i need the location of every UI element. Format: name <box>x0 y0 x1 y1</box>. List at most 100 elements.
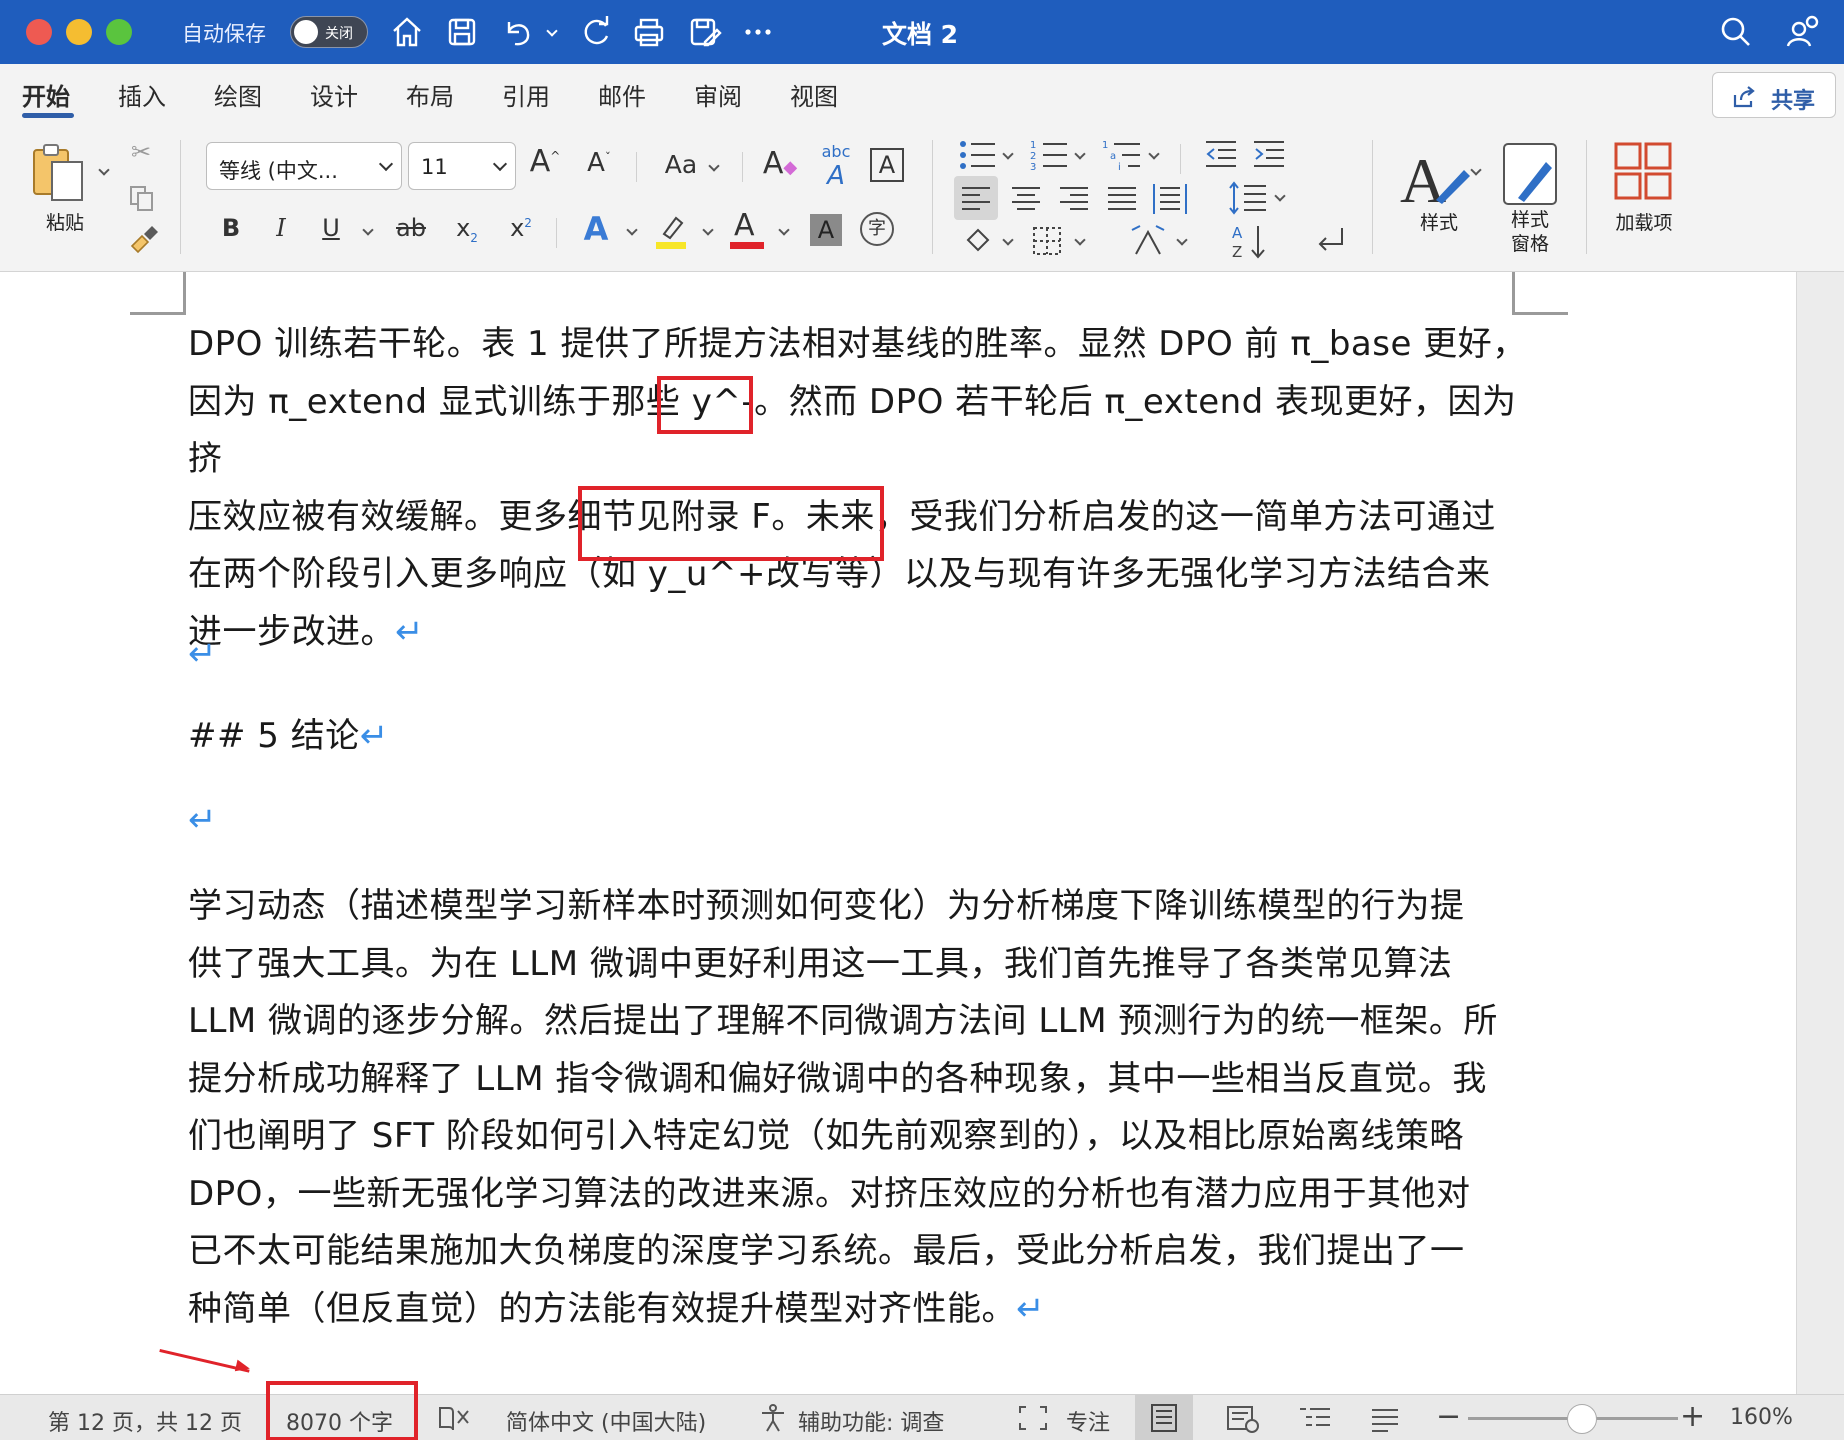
tab-view[interactable]: 视图 <box>790 77 838 112</box>
asian-layout-dropdown-icon[interactable] <box>1176 234 1188 246</box>
distributed-icon[interactable] <box>1148 176 1192 220</box>
empty-paragraph[interactable]: ↵ <box>188 792 1528 850</box>
show-formatting-icon[interactable] <box>1312 224 1348 258</box>
tab-references[interactable]: 引用 <box>502 77 550 112</box>
print-icon[interactable] <box>629 12 669 52</box>
share-button[interactable]: 共享 <box>1712 72 1836 118</box>
body-paragraph[interactable]: 学习动态（描述模型学习新样本时预测如何变化）为分析梯度下降训练模型的行为提 供了… <box>188 878 1528 1338</box>
borders-dropdown-icon[interactable] <box>1074 234 1086 246</box>
shrink-font-icon[interactable]: Aˇ <box>582 148 616 178</box>
change-case-dropdown-icon[interactable] <box>708 160 720 172</box>
change-case-icon[interactable]: Aa <box>660 150 702 179</box>
enclose-characters-icon[interactable]: 字 <box>860 212 894 246</box>
sort-icon[interactable]: AZ <box>1230 222 1270 261</box>
bold-icon[interactable]: B <box>218 214 244 242</box>
section-heading[interactable]: ## 5 结论↵ <box>188 708 1528 766</box>
text-effects-icon[interactable]: A <box>578 210 614 248</box>
align-right-icon[interactable] <box>1052 176 1096 220</box>
borders-icon[interactable] <box>1030 224 1064 258</box>
underline-dropdown-icon[interactable] <box>362 224 374 236</box>
tab-review[interactable]: 审阅 <box>694 77 742 112</box>
autosave-toggle[interactable]: 关闭 <box>290 16 368 48</box>
language-indicator[interactable]: 简体中文 (中国大陆) <box>506 1405 706 1437</box>
phonetic-guide-icon[interactable]: abc A <box>816 142 856 191</box>
search-icon[interactable] <box>1716 12 1756 52</box>
close-window-button[interactable] <box>26 19 52 45</box>
multilevel-list-dropdown-icon[interactable] <box>1148 148 1160 160</box>
print-layout-view-button[interactable] <box>1135 1395 1193 1440</box>
focus-label[interactable]: 专注 <box>1066 1405 1110 1437</box>
tab-design[interactable]: 设计 <box>310 77 358 112</box>
clear-formatting-icon[interactable]: A◆ <box>762 146 798 181</box>
paste-dropdown-icon[interactable] <box>98 164 110 176</box>
asian-layout-icon[interactable] <box>1128 222 1168 258</box>
align-center-icon[interactable] <box>1004 176 1048 220</box>
minimize-window-button[interactable] <box>66 19 92 45</box>
shading-dropdown-icon[interactable] <box>1002 234 1014 246</box>
styles-button[interactable]: A <box>1396 140 1476 216</box>
highlight-dropdown-icon[interactable] <box>702 224 714 236</box>
font-color-dropdown-icon[interactable] <box>778 224 790 236</box>
document-page[interactable]: DPO 训练若干轮。表 1 提供了所提方法相对基线的胜率。显然 DPO 前 π_… <box>0 272 1844 1394</box>
save-icon[interactable] <box>442 12 482 52</box>
zoom-out-icon[interactable]: − <box>1436 1399 1461 1434</box>
tab-draw[interactable]: 绘图 <box>214 77 262 112</box>
multilevel-list-icon[interactable]: 1ai <box>1102 138 1144 173</box>
format-painter-icon[interactable] <box>126 224 160 254</box>
word-count[interactable]: 8070 个字 <box>286 1405 393 1437</box>
bullets-icon[interactable] <box>958 138 998 172</box>
numbering-icon[interactable]: 123 <box>1030 138 1070 173</box>
superscript-icon[interactable]: x2 <box>504 214 538 242</box>
grow-font-icon[interactable]: A^ <box>528 144 562 179</box>
redo-icon[interactable] <box>576 12 616 52</box>
focus-icon[interactable] <box>1018 1405 1048 1431</box>
more-icon[interactable] <box>738 12 778 52</box>
accessibility-status[interactable]: 辅助功能: 调查 <box>798 1405 944 1437</box>
font-color-icon[interactable]: A <box>730 208 766 250</box>
numbering-dropdown-icon[interactable] <box>1074 148 1086 160</box>
subscript-icon[interactable]: x2 <box>450 214 484 245</box>
character-shading-icon[interactable]: A <box>810 214 842 246</box>
undo-dropdown-icon[interactable] <box>546 25 558 37</box>
vertical-scrollbar[interactable] <box>1796 272 1844 1394</box>
tab-insert[interactable]: 插入 <box>118 77 166 112</box>
tab-home[interactable]: 开始 <box>22 77 70 112</box>
save-as-icon[interactable] <box>684 12 724 52</box>
character-border-icon[interactable]: A <box>870 148 904 182</box>
cut-icon[interactable]: ✂ <box>126 138 156 166</box>
font-name-dropdown[interactable]: 等线 (中文... <box>206 142 402 190</box>
font-size-dropdown[interactable]: 11 <box>408 142 516 190</box>
zoom-in-icon[interactable]: + <box>1680 1399 1705 1434</box>
line-spacing-icon[interactable] <box>1228 178 1268 218</box>
accessibility-icon[interactable] <box>758 1403 788 1433</box>
copy-icon[interactable] <box>128 184 156 212</box>
proofing-icon[interactable] <box>438 1403 470 1433</box>
account-icon[interactable] <box>1784 12 1824 52</box>
highlight-icon[interactable] <box>652 210 692 250</box>
zoom-slider-handle[interactable] <box>1567 1404 1597 1434</box>
tab-mailings[interactable]: 邮件 <box>598 77 646 112</box>
tab-layout[interactable]: 布局 <box>406 77 454 112</box>
outline-view-icon[interactable] <box>1298 1404 1332 1434</box>
page-info[interactable]: 第 12 页，共 12 页 <box>48 1405 242 1437</box>
strikethrough-icon[interactable]: ab <box>394 214 428 242</box>
home-icon[interactable] <box>387 12 427 52</box>
italic-icon[interactable]: I <box>268 214 294 242</box>
addins-button[interactable] <box>1612 140 1674 202</box>
maximize-window-button[interactable] <box>106 19 132 45</box>
text-effects-dropdown-icon[interactable] <box>626 224 638 236</box>
draft-view-icon[interactable] <box>1368 1404 1402 1434</box>
undo-icon[interactable] <box>497 12 537 52</box>
align-left-button[interactable] <box>954 176 998 220</box>
paste-button[interactable] <box>30 142 90 204</box>
zoom-level[interactable]: 160% <box>1730 1405 1793 1430</box>
line-spacing-dropdown-icon[interactable] <box>1274 190 1286 202</box>
justify-icon[interactable] <box>1100 176 1144 220</box>
decrease-indent-icon[interactable] <box>1204 138 1238 170</box>
underline-icon[interactable]: U <box>318 214 344 242</box>
empty-paragraph[interactable]: ↵ <box>188 626 1528 684</box>
styles-pane-button[interactable] <box>1500 140 1562 210</box>
web-layout-icon[interactable] <box>1226 1404 1260 1434</box>
bullets-dropdown-icon[interactable] <box>1002 148 1014 160</box>
shading-icon[interactable] <box>962 224 994 256</box>
